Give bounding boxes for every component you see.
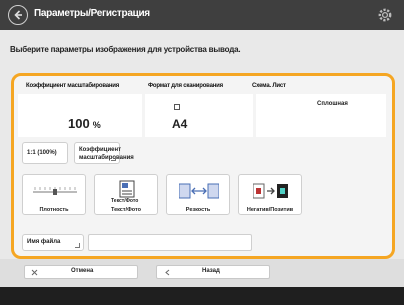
negative-positive-label: Негатив/Позитив	[246, 207, 294, 213]
back-label: Назад	[202, 268, 220, 274]
text-photo-label: Текст/Фото	[110, 207, 141, 213]
text-photo-icon	[119, 180, 135, 198]
cancel-label: Отмена	[71, 268, 94, 274]
status-strip	[0, 287, 404, 305]
page-title: Параметры/Регистрация	[34, 8, 150, 19]
sharpness-button[interactable]: Резкость	[166, 174, 230, 215]
size-display[interactable]	[145, 94, 253, 137]
size-value: A4	[172, 117, 188, 131]
layout-value: Сплошная	[317, 101, 348, 107]
chevron-left-icon	[165, 269, 170, 276]
density-button[interactable]: Плотность	[22, 174, 86, 215]
cancel-button[interactable]: Отмена	[24, 265, 138, 279]
gear-icon[interactable]	[376, 6, 394, 24]
sharpness-label: Резкость	[185, 207, 211, 213]
density-label: Плотность	[39, 207, 69, 213]
ratio-value: 100%	[68, 116, 101, 131]
negative-positive-icon	[253, 183, 288, 199]
title-bar: Параметры/Регистрация	[0, 0, 404, 30]
negative-positive-button[interactable]: Негатив/Позитив	[238, 174, 302, 215]
text-photo-button[interactable]: Текст/Фото Текст/Фото	[94, 174, 158, 215]
sharpness-icon	[179, 183, 219, 199]
text-photo-sub: Текст/Фото	[111, 198, 139, 204]
custom-ratio-button[interactable]: Коэффициент масштабирования	[74, 142, 134, 164]
back-arrow-icon[interactable]	[8, 5, 28, 25]
density-icon	[33, 187, 77, 195]
paper-icon	[174, 104, 180, 110]
more-options-icon	[111, 156, 116, 161]
file-name-label: Имя файла	[27, 239, 61, 245]
custom-ratio-label: Коэффициент масштабирования	[79, 147, 134, 161]
back-button[interactable]: Назад	[156, 265, 270, 279]
ratio-100-label: 1:1 (100%)	[27, 150, 57, 156]
instruction-text: Выберите параметры изображения для устро…	[10, 45, 241, 54]
size-header: Формат для сканирования	[148, 83, 223, 89]
file-name-button[interactable]: Имя файла	[22, 234, 84, 251]
more-options-icon	[75, 243, 80, 248]
file-name-field[interactable]	[88, 234, 252, 251]
ratio-header: Коэффициент масштабирования	[26, 83, 120, 89]
ratio-100-button[interactable]: 1:1 (100%)	[22, 142, 68, 164]
close-icon	[31, 269, 38, 276]
layout-header: Схема. Лист	[252, 83, 286, 89]
